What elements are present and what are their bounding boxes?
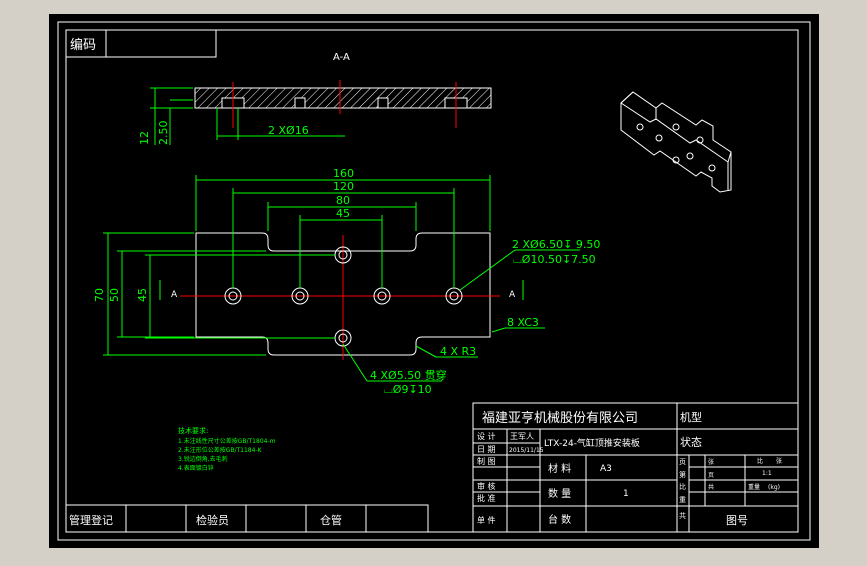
designer-name: 王军人 — [510, 432, 534, 441]
date-label: 日 期 — [477, 445, 496, 454]
page-label: 页 — [708, 472, 714, 479]
scale-value: 1:1 — [762, 470, 772, 477]
weight-label: 重量 — [748, 483, 760, 491]
date-value: 2015/11/15 — [509, 447, 544, 454]
qty-value: 1 — [623, 489, 629, 499]
sheet-label: 张 — [708, 458, 714, 466]
callout-thru-line1: 4 XØ5.50 贯穿 — [370, 368, 447, 382]
section-title: A-A — [333, 52, 350, 63]
tech-note-1: 1.未注线性尺寸公差按GB/T1804-m — [178, 437, 276, 445]
section-mark-right: A — [509, 290, 516, 300]
dim-70: 70 — [93, 288, 106, 302]
code-label: 编码 — [70, 38, 96, 53]
inspector-label: 检验员 — [196, 513, 229, 527]
side-label-5: 共 — [679, 511, 686, 520]
tech-note-2: 2.未注形位公差按GB/T1184-K — [178, 446, 263, 454]
side-label-2: 第 — [679, 470, 686, 479]
approve-label: 批 准 — [477, 493, 496, 503]
dim-depth: 2.50 — [157, 121, 170, 146]
dim-50: 50 — [108, 288, 121, 302]
mgmt-register-label: 管理登记 — [69, 513, 113, 527]
draw-label: 制 图 — [477, 456, 496, 466]
dim-120: 120 — [333, 180, 354, 193]
callout-chamfer: 8 XC3 — [507, 316, 539, 329]
callout-holes-line1: 2 XØ6.50↧ 9.50 — [512, 238, 600, 251]
tech-notes-title: 技术要求: — [178, 426, 208, 435]
design-label: 设 计 — [477, 431, 496, 441]
qty-label: 数 量 — [548, 487, 571, 500]
material-label: 材 料 — [548, 462, 571, 475]
status-label: 状态 — [680, 435, 702, 449]
drawing-no-label: 图号 — [726, 514, 748, 527]
side-label-4: 重 — [679, 496, 686, 504]
model-label: 机型 — [680, 410, 702, 424]
cad-drawing: 编码 A-A 12 2.50 2 XØ16 160 120 80 45 70 5… — [49, 14, 819, 548]
dim-45: 45 — [336, 207, 350, 220]
dim-160: 160 — [333, 167, 354, 180]
unit-label: 单 件 — [477, 515, 496, 525]
section-mark-left: A — [171, 290, 178, 300]
total-label: 共 — [708, 483, 714, 491]
sets-label: 台 数 — [548, 513, 571, 526]
callout-radius: 4 X R3 — [440, 345, 476, 358]
dim-thickness: 12 — [138, 131, 151, 145]
side-label-1: 页 — [679, 458, 686, 466]
audit-label: 审 核 — [477, 481, 496, 491]
warehouse-label: 仓管 — [320, 513, 342, 527]
part-name: LTX-24-气缸顶推安装板 — [544, 437, 640, 449]
section-holes-label: 2 XØ16 — [268, 124, 309, 137]
callout-holes-line2: ⌴Ø10.50↧7.50 — [513, 253, 596, 266]
material-value: A3 — [600, 464, 612, 474]
tech-note-3: 3.锐边倒角,去毛刺 — [178, 455, 228, 463]
callout-thru-line2: ⌴Ø9↧10 — [384, 383, 432, 396]
dim-45-vertical: 45 — [136, 288, 149, 302]
tech-note-4: 4.表面镀白锌 — [178, 464, 214, 472]
sheet-value: 张 — [776, 457, 782, 465]
side-label-3: 比 — [679, 482, 686, 491]
scale-label: 比 — [757, 457, 763, 465]
cad-drawing-viewport[interactable]: 编码 A-A 12 2.50 2 XØ16 160 120 80 45 70 5… — [0, 0, 867, 562]
company-name: 福建亚亨机械股份有限公司 — [482, 410, 638, 426]
weight-unit: (kg) — [768, 484, 780, 491]
dim-80: 80 — [336, 194, 350, 207]
